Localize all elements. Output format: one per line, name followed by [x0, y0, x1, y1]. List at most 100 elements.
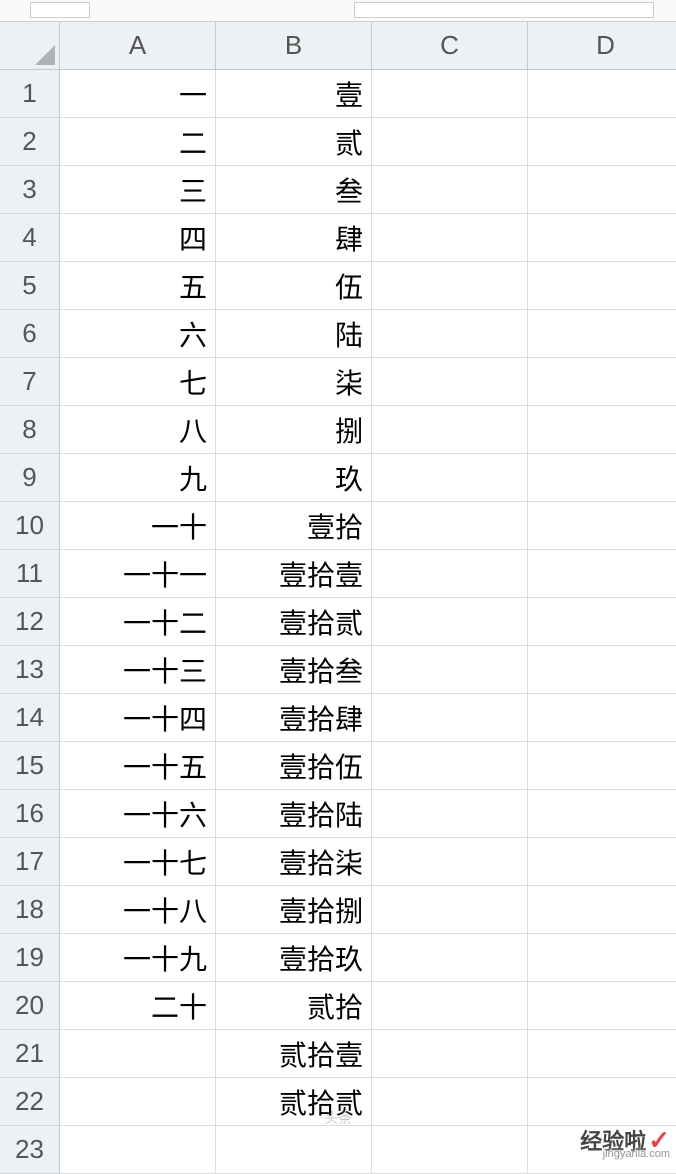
cell-B6[interactable]: 陆 [216, 310, 372, 358]
cell-D13[interactable] [528, 646, 676, 694]
row-header-8[interactable]: 8 [0, 406, 60, 454]
cell-A8[interactable]: 八 [60, 406, 216, 454]
row-header-18[interactable]: 18 [0, 886, 60, 934]
cell-C14[interactable] [372, 694, 528, 742]
cell-A12[interactable]: 一十二 [60, 598, 216, 646]
cell-A19[interactable]: 一十九 [60, 934, 216, 982]
cell-A11[interactable]: 一十一 [60, 550, 216, 598]
cell-A2[interactable]: 二 [60, 118, 216, 166]
cell-B10[interactable]: 壹拾 [216, 502, 372, 550]
cell-A15[interactable]: 一十五 [60, 742, 216, 790]
cell-B3[interactable]: 叁 [216, 166, 372, 214]
row-header-10[interactable]: 10 [0, 502, 60, 550]
cell-A14[interactable]: 一十四 [60, 694, 216, 742]
cell-B19[interactable]: 壹拾玖 [216, 934, 372, 982]
cell-D12[interactable] [528, 598, 676, 646]
cell-B1[interactable]: 壹 [216, 70, 372, 118]
row-header-22[interactable]: 22 [0, 1078, 60, 1126]
cell-D16[interactable] [528, 790, 676, 838]
cell-B2[interactable]: 贰 [216, 118, 372, 166]
formula-input[interactable] [354, 2, 654, 18]
row-header-6[interactable]: 6 [0, 310, 60, 358]
cell-C1[interactable] [372, 70, 528, 118]
row-header-4[interactable]: 4 [0, 214, 60, 262]
cell-A7[interactable]: 七 [60, 358, 216, 406]
cell-A16[interactable]: 一十六 [60, 790, 216, 838]
row-header-23[interactable]: 23 [0, 1126, 60, 1174]
cell-C12[interactable] [372, 598, 528, 646]
cell-D11[interactable] [528, 550, 676, 598]
cell-D22[interactable] [528, 1078, 676, 1126]
cell-D3[interactable] [528, 166, 676, 214]
cell-B14[interactable]: 壹拾肆 [216, 694, 372, 742]
cell-C10[interactable] [372, 502, 528, 550]
cell-C6[interactable] [372, 310, 528, 358]
row-header-13[interactable]: 13 [0, 646, 60, 694]
cell-C7[interactable] [372, 358, 528, 406]
col-header-A[interactable]: A [60, 22, 216, 70]
cell-A9[interactable]: 九 [60, 454, 216, 502]
cell-D2[interactable] [528, 118, 676, 166]
cell-B7[interactable]: 柒 [216, 358, 372, 406]
cell-C2[interactable] [372, 118, 528, 166]
cell-A23[interactable] [60, 1126, 216, 1174]
cell-A21[interactable] [60, 1030, 216, 1078]
row-header-14[interactable]: 14 [0, 694, 60, 742]
cell-D17[interactable] [528, 838, 676, 886]
cell-D8[interactable] [528, 406, 676, 454]
select-all-corner[interactable] [0, 22, 60, 70]
cell-C17[interactable] [372, 838, 528, 886]
cell-D10[interactable] [528, 502, 676, 550]
cell-D20[interactable] [528, 982, 676, 1030]
row-header-5[interactable]: 5 [0, 262, 60, 310]
cell-C5[interactable] [372, 262, 528, 310]
cell-A13[interactable]: 一十三 [60, 646, 216, 694]
cell-C22[interactable] [372, 1078, 528, 1126]
cell-D14[interactable] [528, 694, 676, 742]
row-header-9[interactable]: 9 [0, 454, 60, 502]
cell-B5[interactable]: 伍 [216, 262, 372, 310]
cell-A3[interactable]: 三 [60, 166, 216, 214]
cell-B4[interactable]: 肆 [216, 214, 372, 262]
cell-D5[interactable] [528, 262, 676, 310]
cell-B20[interactable]: 贰拾 [216, 982, 372, 1030]
cell-D19[interactable] [528, 934, 676, 982]
row-header-1[interactable]: 1 [0, 70, 60, 118]
cell-C13[interactable] [372, 646, 528, 694]
cell-C19[interactable] [372, 934, 528, 982]
cell-C16[interactable] [372, 790, 528, 838]
cell-D21[interactable] [528, 1030, 676, 1078]
row-header-20[interactable]: 20 [0, 982, 60, 1030]
cell-C11[interactable] [372, 550, 528, 598]
cell-A1[interactable]: 一 [60, 70, 216, 118]
cell-C9[interactable] [372, 454, 528, 502]
cell-A10[interactable]: 一十 [60, 502, 216, 550]
cell-A17[interactable]: 一十七 [60, 838, 216, 886]
col-header-B[interactable]: B [216, 22, 372, 70]
cell-B9[interactable]: 玖 [216, 454, 372, 502]
cell-A18[interactable]: 一十八 [60, 886, 216, 934]
cell-C15[interactable] [372, 742, 528, 790]
cell-B15[interactable]: 壹拾伍 [216, 742, 372, 790]
cell-C8[interactable] [372, 406, 528, 454]
cell-D9[interactable] [528, 454, 676, 502]
cell-B11[interactable]: 壹拾壹 [216, 550, 372, 598]
cell-C23[interactable] [372, 1126, 528, 1174]
row-header-11[interactable]: 11 [0, 550, 60, 598]
row-header-3[interactable]: 3 [0, 166, 60, 214]
cell-C21[interactable] [372, 1030, 528, 1078]
row-header-2[interactable]: 2 [0, 118, 60, 166]
row-header-12[interactable]: 12 [0, 598, 60, 646]
cell-B17[interactable]: 壹拾柒 [216, 838, 372, 886]
cell-A5[interactable]: 五 [60, 262, 216, 310]
name-box[interactable] [30, 2, 90, 18]
cell-D1[interactable] [528, 70, 676, 118]
cell-B16[interactable]: 壹拾陆 [216, 790, 372, 838]
cell-C20[interactable] [372, 982, 528, 1030]
row-header-17[interactable]: 17 [0, 838, 60, 886]
cell-D7[interactable] [528, 358, 676, 406]
cell-C4[interactable] [372, 214, 528, 262]
cell-B13[interactable]: 壹拾叁 [216, 646, 372, 694]
row-header-16[interactable]: 16 [0, 790, 60, 838]
cell-C3[interactable] [372, 166, 528, 214]
